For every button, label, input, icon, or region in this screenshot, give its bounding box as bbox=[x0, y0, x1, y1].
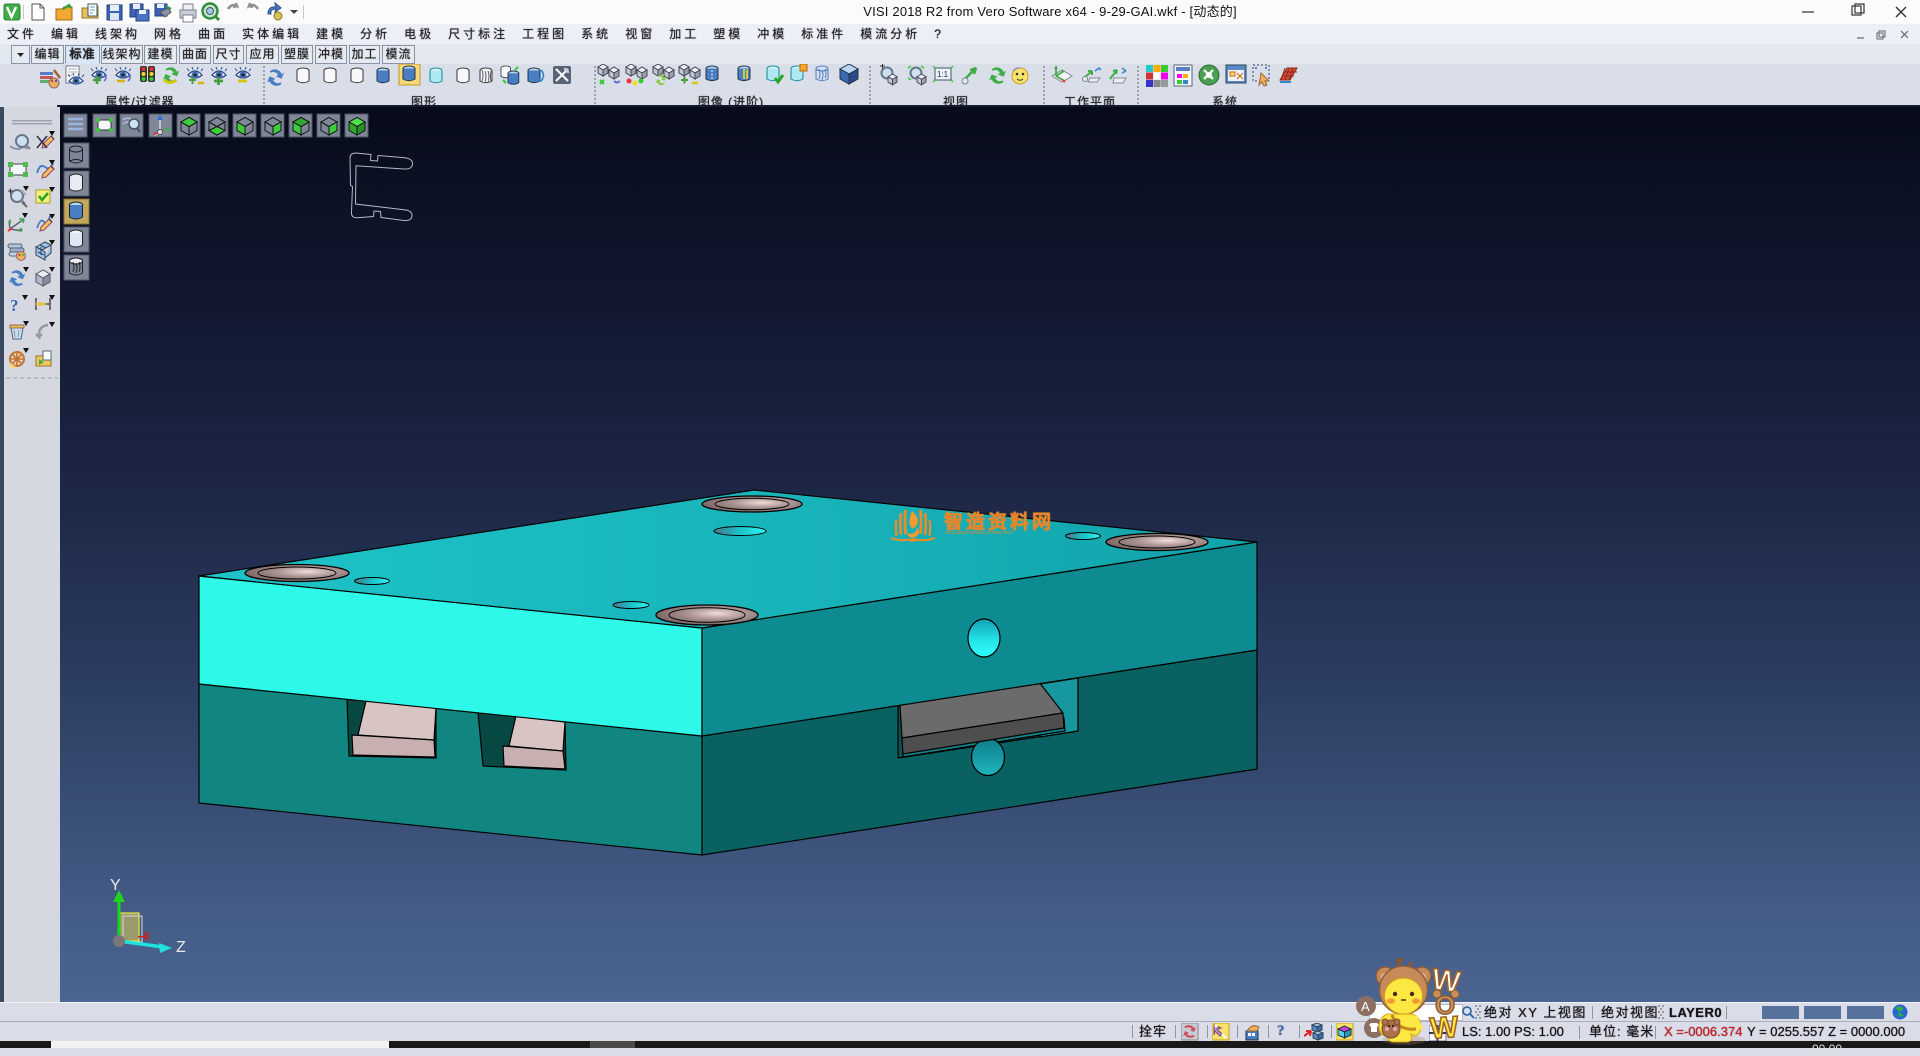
svg-text:W: W bbox=[1429, 1011, 1460, 1046]
svg-text:Y: Y bbox=[110, 877, 121, 894]
svg-text:1:1: 1:1 bbox=[937, 70, 949, 79]
svg-text:?: ? bbox=[10, 296, 19, 315]
svg-text:Z: Z bbox=[176, 939, 186, 956]
svg-text:A: A bbox=[1361, 999, 1370, 1014]
